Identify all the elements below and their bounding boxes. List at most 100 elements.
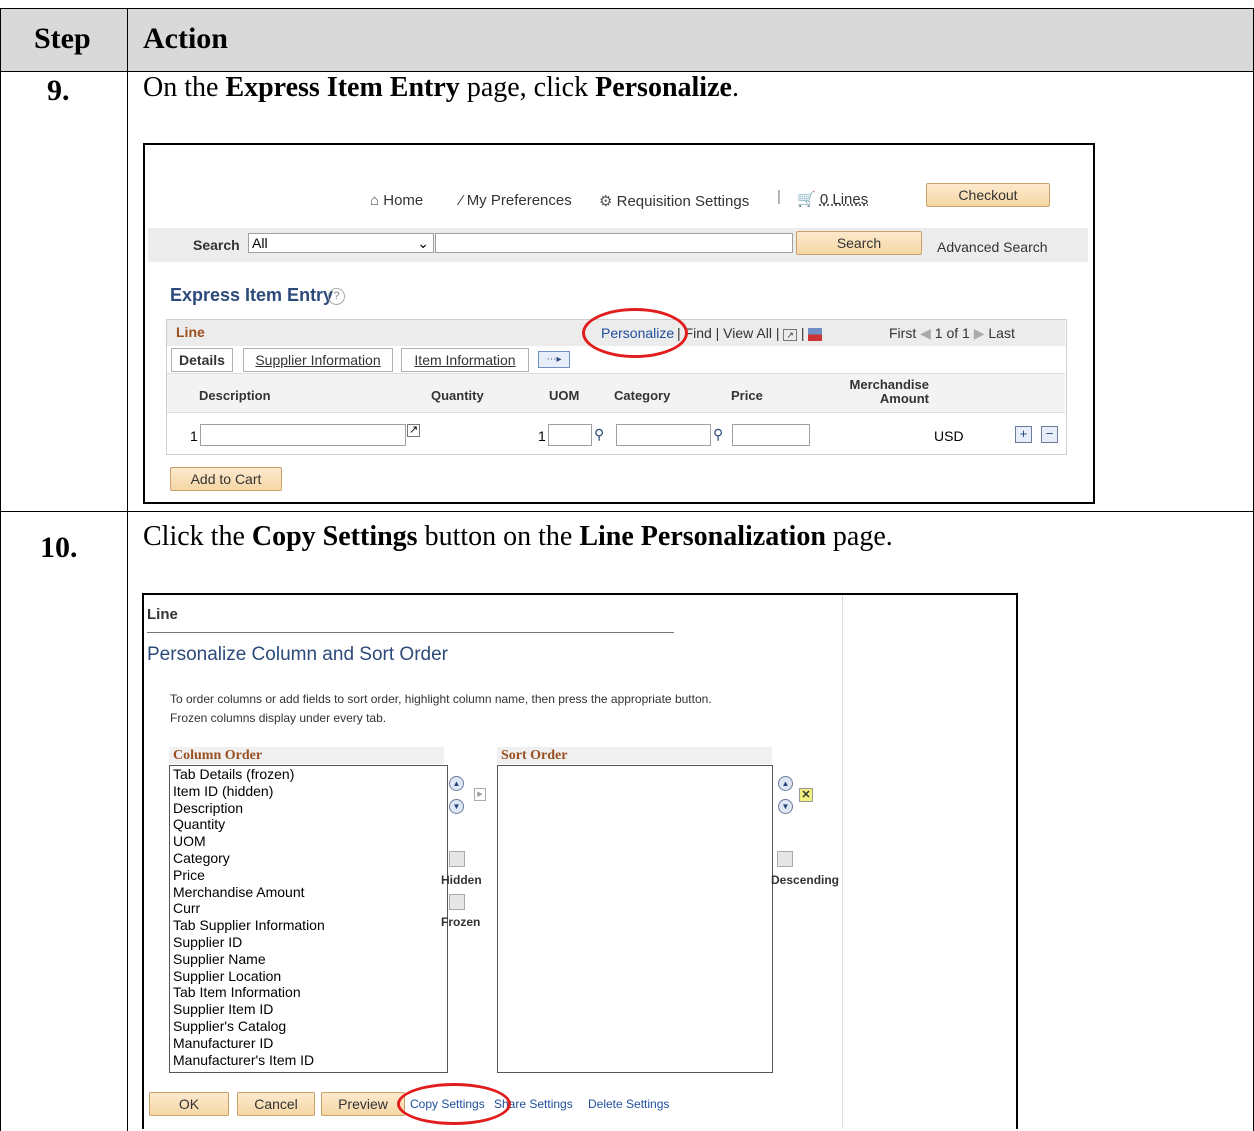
dialog-title: Line bbox=[147, 606, 178, 623]
instruction-text: page, click bbox=[459, 72, 596, 103]
tab-item-information[interactable]: Item Information bbox=[401, 348, 529, 372]
first-link[interactable]: First bbox=[889, 325, 916, 341]
cancel-button[interactable]: Cancel bbox=[237, 1092, 315, 1116]
grid-pagination: First ◀ 1 of 1 ▶ Last bbox=[889, 325, 1015, 342]
column-order-item[interactable]: Manufacturer's Item ID bbox=[173, 1052, 447, 1069]
sort-order-list[interactable] bbox=[497, 765, 773, 1073]
last-link[interactable]: Last bbox=[988, 325, 1014, 341]
search-category-select[interactable]: All ⌄ bbox=[248, 233, 434, 253]
column-order-item[interactable]: Tab Details (frozen) bbox=[173, 766, 447, 783]
uom-lookup-icon[interactable]: ⚲ bbox=[594, 426, 604, 443]
col-description: Description bbox=[199, 388, 271, 403]
column-order-item[interactable]: Item ID (hidden) bbox=[173, 783, 447, 800]
remove-sort-icon[interactable]: ✕ bbox=[799, 788, 813, 802]
ok-button[interactable]: OK bbox=[149, 1092, 229, 1116]
help-icon[interactable]: ? bbox=[328, 288, 345, 305]
wand-icon: ⁄ bbox=[460, 192, 463, 209]
column-order-item[interactable]: Supplier Location bbox=[173, 968, 447, 985]
instruction-text: button on the bbox=[417, 521, 580, 552]
home-icon: ⌂ bbox=[370, 192, 380, 209]
column-order-item[interactable]: Quantity bbox=[173, 816, 447, 833]
column-order-item[interactable]: Supplier Item ID bbox=[173, 1001, 447, 1018]
highlight-oval bbox=[397, 1083, 511, 1125]
column-order-item[interactable]: Supplier's Catalog bbox=[173, 1018, 447, 1035]
column-order-item[interactable]: Description bbox=[173, 800, 447, 817]
descending-checkbox[interactable] bbox=[777, 851, 793, 867]
grid-links: | Find | View All | ↗ | bbox=[677, 325, 823, 341]
col-merch-line2: Amount bbox=[879, 391, 929, 406]
express-item-entry-screenshot: ⌂ Home ⁄ My Preferences ⚙ Requisition Se… bbox=[143, 143, 1095, 504]
row-number: 1 bbox=[190, 428, 198, 444]
instruction-text: page. bbox=[825, 521, 893, 552]
my-preferences-link[interactable]: ⁄ My Preferences bbox=[460, 192, 572, 209]
add-to-sort-icon[interactable]: ▶ bbox=[474, 788, 486, 801]
delete-row-icon[interactable]: − bbox=[1041, 426, 1058, 443]
highlight-oval bbox=[582, 308, 688, 358]
preview-button[interactable]: Preview bbox=[321, 1092, 405, 1116]
column-order-item[interactable]: Tab Supplier Information bbox=[173, 917, 447, 934]
column-order-item[interactable]: Merchandise Amount bbox=[173, 884, 447, 901]
advanced-search-link[interactable]: Advanced Search bbox=[937, 239, 1048, 255]
delete-settings-link[interactable]: Delete Settings bbox=[588, 1097, 669, 1111]
column-order-item[interactable]: Curr bbox=[173, 900, 447, 917]
column-order-item[interactable]: Tab Item Information bbox=[173, 984, 447, 1001]
instruction-bold: Copy Settings bbox=[251, 521, 418, 552]
currency-value: USD bbox=[934, 428, 964, 444]
col-category: Category bbox=[614, 388, 671, 403]
column-order-item[interactable]: Supplier Name bbox=[173, 951, 447, 968]
right-divider bbox=[842, 595, 843, 1129]
instruction-text: Click the bbox=[143, 521, 252, 552]
hidden-label: Hidden bbox=[441, 873, 482, 887]
step-column-header: Step bbox=[34, 22, 91, 55]
search-button[interactable]: Search bbox=[796, 231, 922, 255]
download-icon[interactable] bbox=[808, 327, 823, 341]
checkout-button[interactable]: Checkout bbox=[926, 183, 1050, 207]
step-number: 9. bbox=[47, 74, 70, 107]
category-lookup-icon[interactable]: ⚲ bbox=[713, 426, 723, 443]
grid-title: Line bbox=[176, 324, 205, 340]
tab-supplier-information[interactable]: Supplier Information bbox=[243, 348, 393, 372]
column-order-item[interactable]: UOM bbox=[173, 833, 447, 850]
move-up-icon[interactable]: ▲ bbox=[449, 776, 464, 791]
column-order-label: Column Order bbox=[173, 748, 263, 763]
column-order-item[interactable]: Supplier ID bbox=[173, 934, 447, 951]
sort-order-label: Sort Order bbox=[501, 748, 568, 763]
uom-input[interactable] bbox=[548, 424, 592, 446]
nav-separator: | bbox=[777, 188, 781, 205]
action-column-header: Action bbox=[143, 22, 228, 55]
instruction-bold: Line Personalization bbox=[579, 521, 826, 552]
price-input[interactable] bbox=[732, 424, 810, 446]
show-all-columns-icon[interactable]: ⋯▸ bbox=[538, 351, 570, 368]
add-row-icon[interactable]: + bbox=[1015, 426, 1032, 443]
instruction-text: . bbox=[731, 72, 739, 103]
add-to-cart-button[interactable]: Add to Cart bbox=[170, 467, 282, 491]
table-column-divider bbox=[127, 8, 128, 1131]
requisition-settings-link[interactable]: ⚙ Requisition Settings bbox=[599, 192, 749, 210]
instructions-line1: To order columns or add fields to sort o… bbox=[170, 692, 712, 706]
search-input[interactable] bbox=[435, 233, 793, 253]
step-instruction: Click the Copy Settings button on the Li… bbox=[143, 521, 893, 553]
instructions-line2: Frozen columns display under every tab. bbox=[170, 711, 387, 725]
tab-details[interactable]: Details bbox=[171, 348, 233, 372]
cart-link[interactable]: 🛒 0 Lines bbox=[797, 190, 868, 208]
column-order-item[interactable]: Category bbox=[173, 850, 447, 867]
cart-icon: 🛒 bbox=[797, 191, 816, 208]
popout-icon[interactable]: ↗ bbox=[783, 329, 797, 341]
search-label: Search bbox=[193, 237, 240, 253]
next-icon[interactable]: ▶ bbox=[974, 325, 985, 341]
previous-icon[interactable]: ◀ bbox=[920, 325, 931, 341]
instruction-bold: Personalize bbox=[595, 72, 732, 103]
column-order-list[interactable]: Tab Details (frozen) Item ID (hidden) Desc… bbox=[169, 765, 448, 1073]
popout-icon[interactable]: ↗ bbox=[407, 424, 421, 437]
column-order-item[interactable]: Manufacturer ID bbox=[173, 1035, 447, 1052]
sort-up-icon[interactable]: ▲ bbox=[778, 776, 793, 791]
home-link[interactable]: ⌂ Home bbox=[370, 192, 423, 209]
move-down-icon[interactable]: ▼ bbox=[449, 799, 464, 814]
category-input[interactable] bbox=[616, 424, 711, 446]
description-input[interactable] bbox=[200, 424, 406, 446]
find-link[interactable]: | Find | View All | bbox=[677, 325, 779, 341]
hidden-checkbox[interactable] bbox=[449, 851, 465, 867]
column-order-item[interactable]: Price bbox=[173, 867, 447, 884]
frozen-checkbox[interactable] bbox=[449, 894, 465, 910]
sort-down-icon[interactable]: ▼ bbox=[778, 799, 793, 814]
